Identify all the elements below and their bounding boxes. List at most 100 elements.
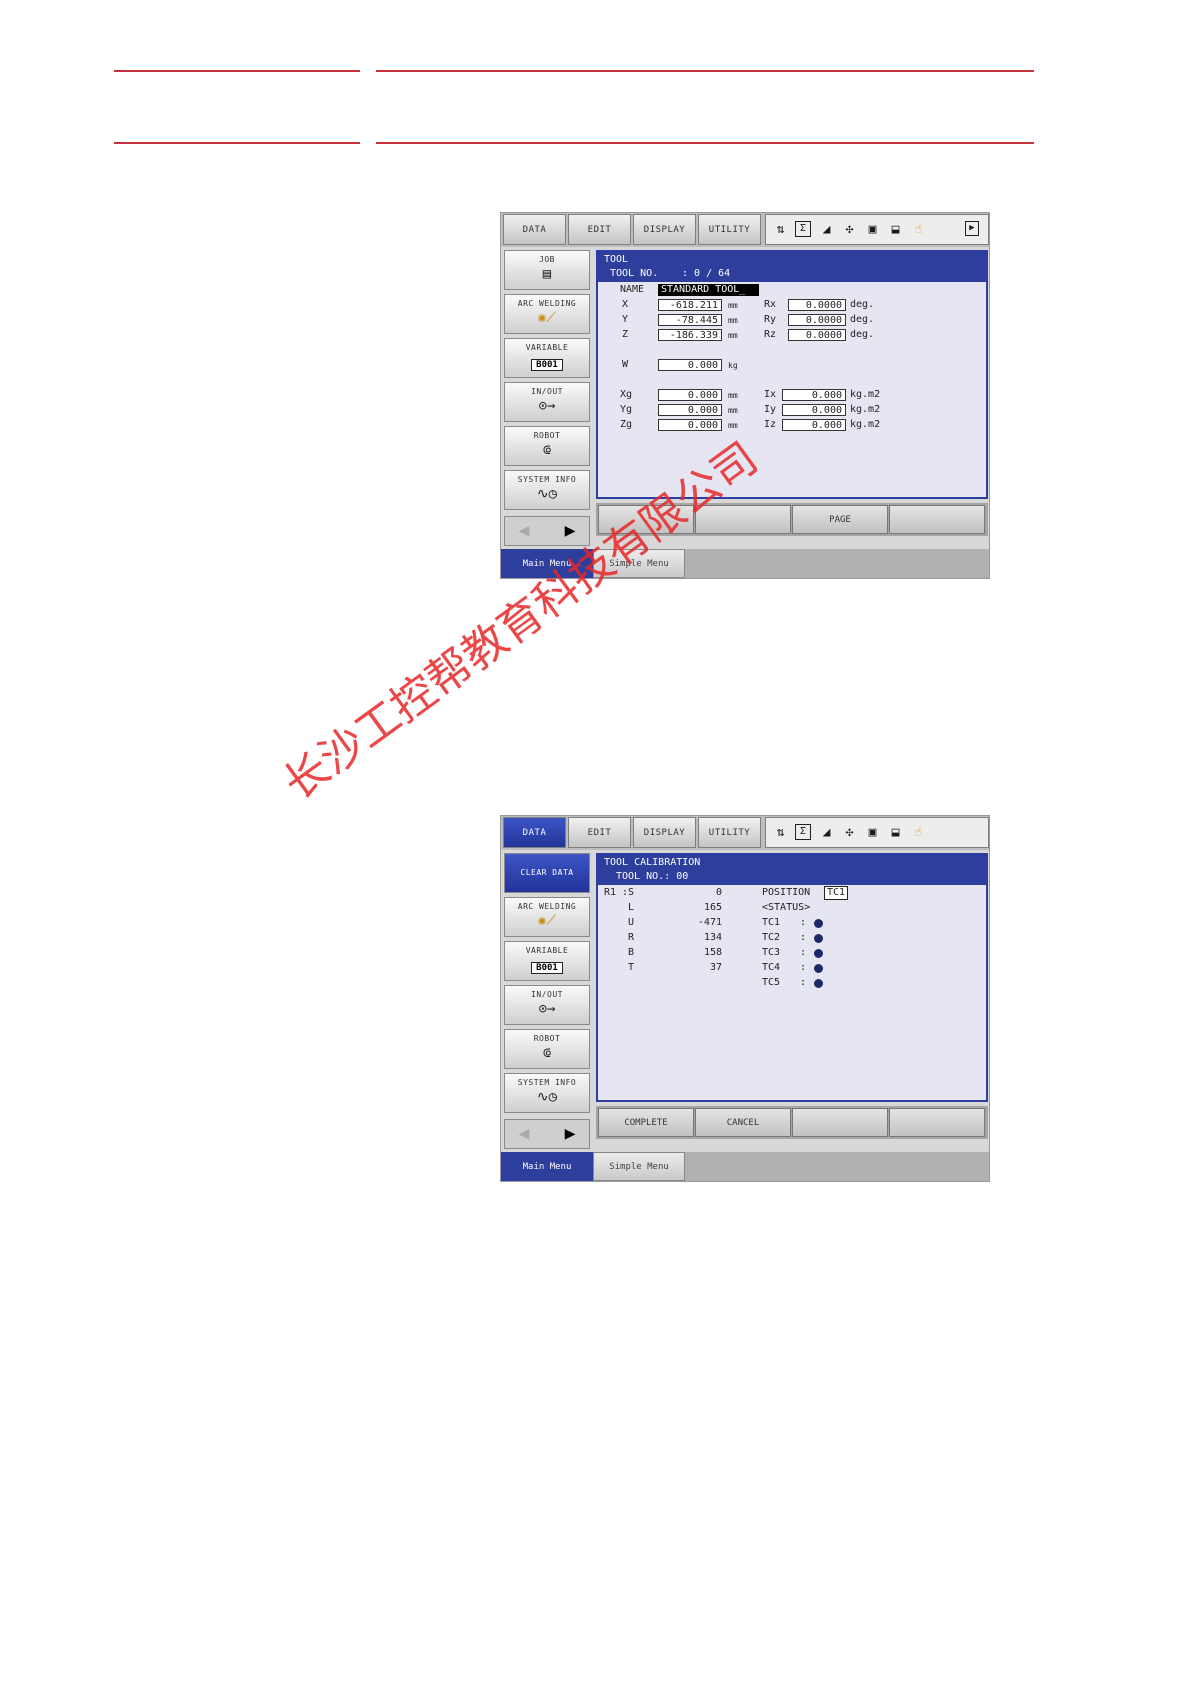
arrow-left-icon[interactable]: ◀ [513, 520, 535, 542]
pos-y-field[interactable]: -78.445 [658, 314, 722, 326]
arrow-right-icon[interactable]: ▶ [559, 520, 581, 542]
speed-icon[interactable]: ◢ [818, 221, 835, 238]
fkey-3[interactable] [792, 1108, 888, 1137]
sidebar-item-label: SYSTEM INFO [517, 475, 577, 484]
complete-button[interactable]: COMPLETE [598, 1108, 694, 1137]
arrow-left-icon[interactable]: ◀ [513, 1123, 535, 1145]
axis-value-r: 134 [703, 932, 722, 943]
fkey-4[interactable] [889, 505, 985, 534]
status-dot-icon [814, 934, 823, 943]
weight-field[interactable]: 0.000 [658, 359, 722, 371]
menu-utility[interactable]: UTILITY [698, 817, 761, 848]
cycle-icon[interactable]: ⬓ [887, 221, 904, 238]
header-rule-bottom-left [114, 142, 360, 144]
sidebar-item-in-out[interactable]: IN/OUT ⊙→ [504, 985, 590, 1025]
cycle-icon[interactable]: ⬓ [887, 824, 904, 841]
sidebar-item-variable[interactable]: VARIABLE B001 [504, 338, 590, 378]
rot-rx-field[interactable]: 0.0000 [788, 299, 846, 311]
weight-unit: kg [728, 361, 738, 370]
sidebar-item-label: VARIABLE [525, 343, 569, 352]
menu-display[interactable]: DISPLAY [633, 817, 696, 848]
page-button[interactable]: PAGE [792, 505, 888, 534]
cog-yg-unit: mm [728, 406, 738, 415]
menu-data[interactable]: DATA [503, 214, 566, 245]
hand-icon[interactable]: ☝ [910, 221, 927, 238]
sidebar-item-variable[interactable]: VARIABLE B001 [504, 941, 590, 981]
fkey-4[interactable] [889, 1108, 985, 1137]
inertia-ix-field[interactable]: 0.000 [782, 389, 846, 401]
fkey-2[interactable] [695, 505, 791, 534]
welding-torch-icon: ✺⟋ [537, 913, 557, 929]
speed-icon[interactable]: ◢ [818, 824, 835, 841]
sidebar-item-robot[interactable]: ROBOT ⟃ [504, 1029, 590, 1069]
sidebar-item-job[interactable]: JOB ▤ [504, 250, 590, 290]
teach-icon[interactable]: ▣ [864, 221, 881, 238]
tool-name-field[interactable]: STANDARD TOOL_ [658, 284, 759, 296]
tab-main-menu[interactable]: Main Menu [501, 1152, 593, 1181]
menu-edit[interactable]: EDIT [568, 214, 631, 245]
fkey-1[interactable] [598, 505, 694, 534]
page-title: TOOL CALIBRATION [604, 857, 701, 868]
status-sep: : [800, 977, 807, 988]
servo-icon[interactable]: ✣ [841, 824, 858, 841]
coordinate-icon[interactable]: ⇅ [772, 221, 789, 238]
sidebar-item-arc-welding[interactable]: ARC WELDING ✺⟋ [504, 897, 590, 937]
axis-label-u: U [628, 917, 635, 928]
inertia-ix-unit: kg.m2 [850, 389, 881, 400]
tab-simple-menu[interactable]: Simple Menu [593, 1152, 685, 1181]
axis-label-t: T [628, 962, 635, 973]
status-icon-bar: ⇅ Σ ◢ ✣ ▣ ⬓ ☝ [765, 817, 989, 848]
cog-xg-field[interactable]: 0.000 [658, 389, 722, 401]
sigma-icon[interactable]: Σ [795, 824, 811, 840]
system-info-icon: ∿◷ [536, 1089, 558, 1105]
pos-x-field[interactable]: -618.211 [658, 299, 722, 311]
sidebar-item-system-info[interactable]: SYSTEM INFO ∿◷ [504, 470, 590, 510]
inertia-iy-unit: kg.m2 [850, 404, 881, 415]
menu-display[interactable]: DISPLAY [633, 214, 696, 245]
menu-edit[interactable]: EDIT [568, 817, 631, 848]
tab-simple-menu[interactable]: Simple Menu [593, 549, 685, 578]
menu-utility[interactable]: UTILITY [698, 214, 761, 245]
cog-label-zg: Zg [620, 419, 633, 430]
inertia-iy-field[interactable]: 0.000 [782, 404, 846, 416]
hand-icon[interactable]: ☝ [910, 824, 927, 841]
cancel-button[interactable]: CANCEL [695, 1108, 791, 1137]
header-rule-top-left [114, 70, 360, 72]
inertia-iz-field[interactable]: 0.000 [782, 419, 846, 431]
pos-z-field[interactable]: -186.339 [658, 329, 722, 341]
cog-xg-unit: mm [728, 391, 738, 400]
pos-x-unit: mm [728, 301, 738, 310]
cog-zg-unit: mm [728, 421, 738, 430]
sidebar-item-robot[interactable]: ROBOT ⟃ [504, 426, 590, 466]
sidebar-item-in-out[interactable]: IN/OUT ⊙→ [504, 382, 590, 422]
servo-icon[interactable]: ✣ [841, 221, 858, 238]
position-value[interactable]: TC1 [824, 886, 849, 900]
axis-value-l: 165 [703, 902, 722, 913]
arrow-right-icon[interactable]: ▶ [559, 1123, 581, 1145]
sidebar-item-arc-welding[interactable]: ARC WELDING ✺⟋ [504, 294, 590, 334]
sigma-icon[interactable]: Σ [795, 221, 811, 237]
rot-rz-unit: deg. [850, 329, 875, 340]
tab-main-menu[interactable]: Main Menu [501, 549, 593, 578]
axis-label-b: B [628, 947, 635, 958]
status-sep: : [800, 962, 807, 973]
pos-label-y: Y [622, 314, 629, 325]
status-name-tc2: TC2 [762, 932, 781, 943]
cog-yg-field[interactable]: 0.000 [658, 404, 722, 416]
variable-icon: B001 [531, 359, 563, 371]
status-sep: : [800, 917, 807, 928]
clear-data-menu-item[interactable]: CLEAR DATA [504, 853, 590, 893]
sidebar-item-system-info[interactable]: SYSTEM INFO ∿◷ [504, 1073, 590, 1113]
status-name-tc5: TC5 [762, 977, 781, 988]
rot-ry-field[interactable]: 0.0000 [788, 314, 846, 326]
cog-zg-field[interactable]: 0.000 [658, 419, 722, 431]
teach-icon[interactable]: ▣ [864, 824, 881, 841]
clear-data-label: CLEAR DATA [520, 868, 574, 877]
coordinate-icon[interactable]: ⇅ [772, 824, 789, 841]
menu-data[interactable]: DATA [503, 817, 566, 848]
page-next-icon[interactable]: ▶ [965, 221, 979, 236]
rot-rz-field[interactable]: 0.0000 [788, 329, 846, 341]
sidebar-item-label: VARIABLE [525, 946, 569, 955]
inout-icon: ⊙→ [538, 1001, 556, 1017]
inertia-iz-unit: kg.m2 [850, 419, 881, 430]
